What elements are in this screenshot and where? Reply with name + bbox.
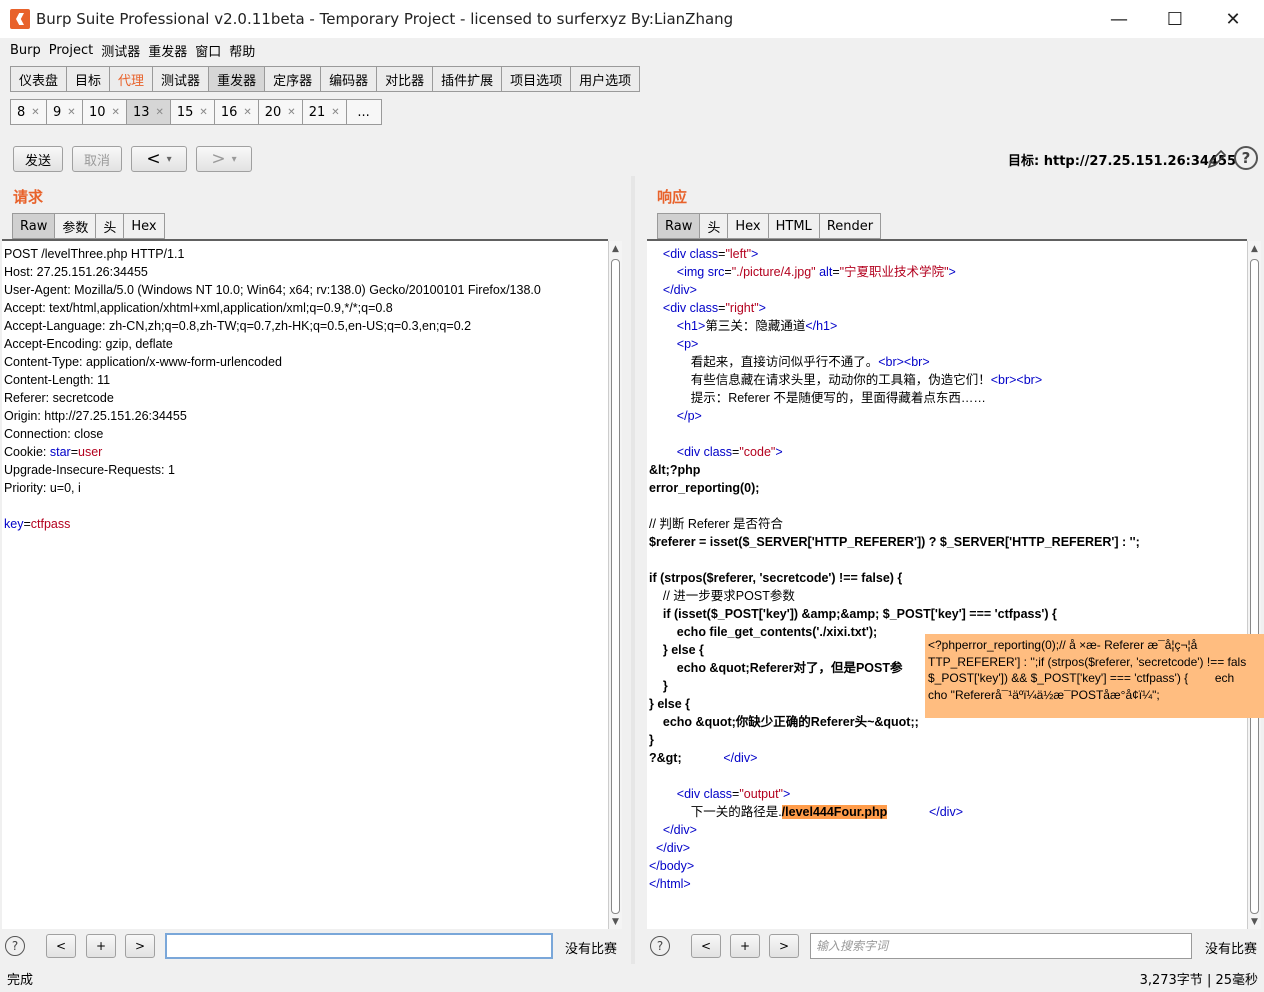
scroll-up-icon[interactable]: ▲ [612,244,619,254]
request-tab-raw[interactable]: Raw [12,213,55,239]
repeater-tab[interactable]: 16 ✕ [213,99,258,125]
close-tab-icon[interactable]: ✕ [243,107,251,118]
tab-user-options[interactable]: 用户选项 [570,66,641,92]
response-tab-render[interactable]: Render [818,213,882,239]
tab-decoder[interactable]: 编码器 [320,66,377,92]
menu-bar: Burp Project 测试器 重发器 窗口 帮助 [0,38,1264,62]
tab-target[interactable]: 目标 [66,66,110,92]
menu-window[interactable]: 窗口 [195,41,221,60]
repeater-tab[interactable]: 8 ✕ [10,99,46,125]
close-tab-icon[interactable]: ✕ [155,107,163,118]
repeater-tab[interactable]: 20 ✕ [257,99,302,125]
highlighted-path: /level444Four.php [781,805,888,819]
status-text: 完成 [7,972,34,988]
close-tab-icon[interactable]: ✕ [331,107,339,118]
request-search-input[interactable] [165,933,553,959]
request-prev-button[interactable]: < [46,934,76,958]
target-label: 目标: http://27.25.151.26:34455 [1008,154,1237,169]
send-button[interactable]: 发送 [13,146,63,172]
burp-logo-icon [10,9,30,29]
scroll-down-icon[interactable]: ▼ [612,917,619,927]
response-editor[interactable]: <div class="left"> <img src="./picture/4… [647,239,1247,929]
close-tab-icon[interactable]: ✕ [287,107,295,118]
response-search-input[interactable] [810,933,1192,959]
tab-intruder[interactable]: 测试器 [152,66,209,92]
response-tab-hex[interactable]: Hex [727,213,768,239]
scroll-down-icon[interactable]: ▼ [1251,917,1258,927]
response-tab-headers[interactable]: 头 [699,213,728,239]
pane-splitter[interactable] [631,176,635,964]
repeater-tab[interactable]: 21 ✕ [301,99,346,125]
response-tab-html[interactable]: HTML [767,213,819,239]
maximize-button[interactable]: ☐ [1146,0,1204,38]
menu-burp[interactable]: Burp [10,43,41,58]
repeater-tab[interactable]: 9 ✕ [46,99,82,125]
response-match-status: 没有比赛 [1205,942,1258,957]
cancel-button[interactable]: 取消 [72,146,122,172]
repeater-tab[interactable]: 15 ✕ [169,99,214,125]
forward-arrow-icon: > [211,149,226,169]
forward-button[interactable]: > ▾ [196,146,252,172]
request-next-button[interactable]: > [125,934,155,958]
request-title: 请求 [13,188,44,206]
response-title: 响应 [657,188,688,206]
response-next-button[interactable]: > [769,934,799,958]
main-tabs: 仪表盘 目标 代理 测试器 重发器 定序器 编码器 对比器 插件扩展 项目选项 … [10,66,641,92]
request-add-button[interactable]: + [86,934,116,958]
dropdown-icon[interactable]: ▾ [167,154,172,165]
request-tab-hex[interactable]: Hex [123,213,165,239]
request-tab-params[interactable]: 参数 [54,213,96,239]
scroll-thumb[interactable] [611,259,620,914]
response-size-time: 3,273字节 | 25毫秒 [1139,972,1258,988]
response-scrollbar[interactable]: ▲ ▼ [1247,241,1261,929]
close-tab-icon[interactable]: ✕ [67,107,75,118]
menu-help[interactable]: 帮助 [229,41,255,60]
response-add-button[interactable]: + [730,934,760,958]
hover-tooltip: <?phperror_reporting(0);// å ×æ- Referer… [925,634,1264,718]
tab-repeater[interactable]: 重发器 [208,66,265,92]
tab-dashboard[interactable]: 仪表盘 [10,66,67,92]
tab-comparer[interactable]: 对比器 [376,66,433,92]
request-help-icon[interactable]: ? [5,936,25,956]
request-match-status: 没有比赛 [565,942,618,957]
close-tab-icon[interactable]: ✕ [199,107,207,118]
response-tab-raw[interactable]: Raw [657,213,700,239]
menu-repeater[interactable]: 重发器 [148,41,187,60]
tab-extender[interactable]: 插件扩展 [432,66,502,92]
dropdown-icon[interactable]: ▾ [232,154,237,165]
response-view-tabs: Raw 头 Hex HTML Render [657,213,882,239]
response-help-icon[interactable]: ? [650,936,670,956]
close-tab-icon[interactable]: ✕ [112,107,120,118]
request-view-tabs: Raw 参数 头 Hex [12,213,165,239]
status-bar: 完成 3,273字节 | 25毫秒 [0,966,1264,990]
minimize-button[interactable]: — [1090,0,1148,38]
pencil-icon[interactable] [1206,148,1228,170]
scroll-up-icon[interactable]: ▲ [1251,244,1258,254]
close-button[interactable]: ✕ [1204,0,1262,38]
back-button[interactable]: < ▾ [131,146,187,172]
repeater-tab-active[interactable]: 13 ✕ [125,99,170,125]
close-tab-icon[interactable]: ✕ [31,107,39,118]
repeater-tab[interactable]: 10 ✕ [82,99,126,125]
response-prev-button[interactable]: < [691,934,721,958]
scroll-thumb[interactable] [1250,259,1259,914]
request-tab-headers[interactable]: 头 [95,213,124,239]
tab-proxy[interactable]: 代理 [109,66,153,92]
request-editor[interactable]: POST /levelThree.php HTTP/1.1 Host: 27.2… [2,239,608,929]
window-title: Burp Suite Professional v2.0.11beta - Te… [36,10,734,28]
tab-sequencer[interactable]: 定序器 [264,66,321,92]
menu-intruder[interactable]: 测试器 [101,41,140,60]
repeater-tabs: 8 ✕ 9 ✕ 10 ✕ 13 ✕ 15 ✕ 16 ✕ 20 ✕ 21 ✕ ... [10,99,382,125]
title-bar: Burp Suite Professional v2.0.11beta - Te… [0,0,1264,38]
back-arrow-icon: < [146,149,161,169]
help-icon[interactable]: ? [1234,146,1258,170]
tab-project-options[interactable]: 项目选项 [501,66,571,92]
menu-project[interactable]: Project [49,43,93,58]
repeater-tab-more[interactable]: ... [345,99,382,125]
request-scrollbar[interactable]: ▲ ▼ [608,241,622,929]
